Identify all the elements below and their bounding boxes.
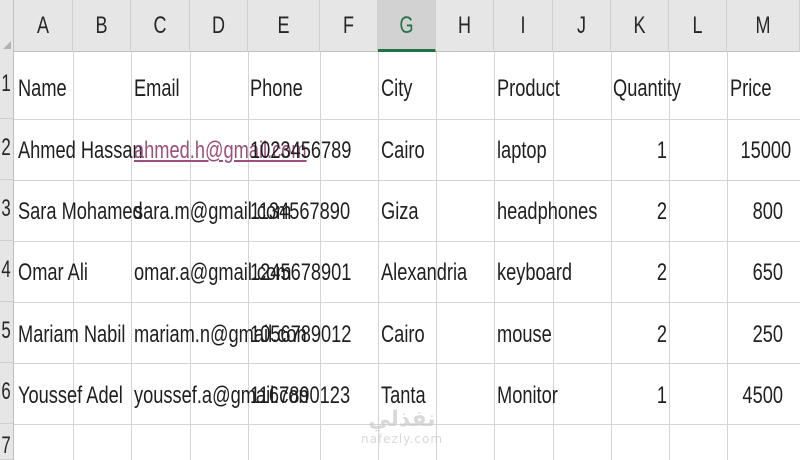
column-letter: F <box>342 12 354 39</box>
column-header-i[interactable]: I <box>494 0 553 52</box>
gridline <box>14 241 800 242</box>
gridline <box>669 52 670 460</box>
column-letter: J <box>577 12 586 39</box>
row-header-2[interactable]: 2 <box>0 119 14 180</box>
column-header-a[interactable]: A <box>14 0 73 52</box>
cell-m4[interactable]: 650 <box>740 258 783 288</box>
gridline <box>436 52 437 460</box>
gridline <box>14 363 800 364</box>
column-header-c[interactable]: C <box>131 0 190 52</box>
cell-i4[interactable]: keyboard <box>497 258 572 288</box>
column-letter: B <box>95 12 108 39</box>
gridline <box>131 52 132 460</box>
watermark-latin-text: nafezly.com <box>360 432 444 446</box>
column-letter: I <box>520 12 526 39</box>
cell-a6[interactable]: Youssef Adel <box>18 381 123 411</box>
column-header-b[interactable]: B <box>73 0 131 52</box>
column-header-f[interactable]: F <box>320 0 378 52</box>
gridline <box>14 302 800 303</box>
row-number: 5 <box>1 317 11 344</box>
watermark-arabic-text: نفذلي <box>368 407 436 432</box>
column-header-d[interactable]: D <box>190 0 248 52</box>
cell-g5[interactable]: Cairo <box>381 320 425 350</box>
cell-m5[interactable]: 250 <box>740 320 783 350</box>
cell-i1[interactable]: Product <box>497 74 560 104</box>
cell-g2[interactable]: Cairo <box>381 136 425 166</box>
column-header-m[interactable]: M <box>727 0 800 52</box>
cell-m1[interactable]: Price <box>730 74 772 104</box>
column-letter: H <box>457 12 472 39</box>
cell-a3[interactable]: Sara Mohamed <box>18 197 143 227</box>
spreadsheet: A B C D E F G H I J K L M 1 2 3 4 5 6 7 … <box>0 0 800 460</box>
column-header-g[interactable]: G <box>378 0 436 52</box>
watermark: نفذلي nafezly.com <box>352 407 452 447</box>
row-number: 1 <box>1 70 11 97</box>
gridline <box>494 52 495 460</box>
gridline <box>14 180 800 181</box>
column-letter: K <box>633 12 646 39</box>
column-header-e[interactable]: E <box>248 0 320 52</box>
cell-c1[interactable]: Email <box>134 74 180 104</box>
row-number: 6 <box>1 378 11 405</box>
cell-k4[interactable]: 2 <box>624 258 667 288</box>
cell-m3[interactable]: 800 <box>740 197 783 227</box>
cell-a2[interactable]: Ahmed Hassan <box>18 136 143 166</box>
column-letter: D <box>211 12 226 39</box>
cell-m6[interactable]: 4500 <box>740 381 783 411</box>
row-number: 4 <box>1 256 11 283</box>
cell-e3[interactable]: 1134567890 <box>250 197 350 227</box>
select-all-button[interactable] <box>0 0 14 52</box>
cell-e2[interactable]: 1023456789 <box>250 136 351 166</box>
column-letter: G <box>399 12 414 39</box>
cell-a4[interactable]: Omar Ali <box>18 258 88 288</box>
cell-e6[interactable]: 1167890123 <box>250 381 350 411</box>
row-header-1[interactable]: 1 <box>0 52 14 119</box>
column-header-l[interactable]: L <box>669 0 727 52</box>
cell-i6[interactable]: Monitor <box>497 381 558 411</box>
row-header-4[interactable]: 4 <box>0 241 14 302</box>
column-letter: C <box>153 12 167 39</box>
cell-e5[interactable]: 1056789012 <box>250 320 351 350</box>
row-number: 2 <box>1 134 11 161</box>
cell-g1[interactable]: City <box>381 74 412 104</box>
column-letter: M <box>755 12 771 39</box>
gridline <box>14 119 800 120</box>
gridline <box>611 52 612 460</box>
cell-a1[interactable]: Name <box>18 74 67 104</box>
cell-i2[interactable]: laptop <box>497 136 547 166</box>
select-all-triangle-icon <box>3 41 11 49</box>
cell-e4[interactable]: 1245678901 <box>250 258 351 288</box>
gridline <box>378 52 379 460</box>
cell-k5[interactable]: 2 <box>624 320 667 350</box>
cell-i3[interactable]: headphones <box>497 197 597 227</box>
cell-i5[interactable]: mouse <box>497 320 552 350</box>
row-header-7[interactable]: 7 <box>0 424 14 460</box>
column-header-h[interactable]: H <box>436 0 494 52</box>
cell-g3[interactable]: Giza <box>381 197 419 227</box>
cell-k1[interactable]: Quantity <box>613 74 681 104</box>
cell-k3[interactable]: 2 <box>624 197 667 227</box>
column-header-k[interactable]: K <box>611 0 669 52</box>
column-letter: A <box>36 12 49 39</box>
cell-g4[interactable]: Alexandria <box>381 258 467 288</box>
column-header-bar: A B C D E F G H I J K L M <box>0 0 800 52</box>
gridline <box>727 52 728 460</box>
cell-a5[interactable]: Mariam Nabil <box>18 320 125 350</box>
row-number: 3 <box>1 195 11 222</box>
cell-e1[interactable]: Phone <box>250 74 303 104</box>
column-letter: L <box>692 12 703 39</box>
column-letter: E <box>277 12 290 39</box>
column-header-j[interactable]: J <box>553 0 611 52</box>
cell-m2[interactable]: 15000 <box>740 136 791 166</box>
row-header-6[interactable]: 6 <box>0 363 14 424</box>
cell-k2[interactable]: 1 <box>624 136 667 166</box>
cell-k6[interactable]: 1 <box>624 381 667 411</box>
row-header-3[interactable]: 3 <box>0 180 14 241</box>
row-header-5[interactable]: 5 <box>0 302 14 363</box>
row-number: 7 <box>1 431 11 459</box>
